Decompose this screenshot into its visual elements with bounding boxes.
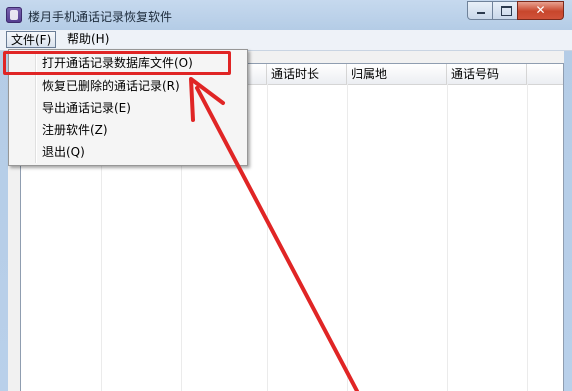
menu-item-recover-deleted[interactable]: 恢复已删除的通话记录(R) — [42, 76, 180, 96]
minimize-button[interactable] — [467, 1, 493, 20]
menu-item-register[interactable]: 注册软件(Z) — [42, 120, 108, 140]
grid-line — [267, 84, 268, 391]
grid-line — [347, 84, 348, 391]
close-icon: ✕ — [535, 3, 546, 17]
annotation-highlight-box — [3, 51, 231, 75]
grid-line — [527, 84, 528, 391]
maximize-button[interactable] — [492, 1, 518, 20]
phone-app-icon[interactable] — [6, 7, 22, 23]
window-title: 楼月手机通话记录恢复软件 — [28, 10, 173, 24]
grid-line — [447, 84, 448, 391]
menu-item-exit[interactable]: 退出(Q) — [42, 142, 85, 162]
maximize-icon — [501, 6, 512, 16]
menu-bar: 文件(F) 帮助(H) — [0, 30, 572, 51]
close-button[interactable]: ✕ — [517, 1, 564, 20]
menu-item-export-records[interactable]: 导出通话记录(E) — [42, 98, 131, 118]
column-header-location[interactable]: 归属地 — [347, 64, 447, 84]
app-window: 楼月手机通话记录恢复软件 ✕ 文件(F) 帮助(H) 通话时长 归属地 通话号码 — [0, 0, 572, 391]
column-header-duration[interactable]: 通话时长 — [267, 64, 347, 84]
menu-help[interactable]: 帮助(H) — [63, 31, 113, 48]
menu-file[interactable]: 文件(F) — [6, 31, 57, 48]
title-bar[interactable]: 楼月手机通话记录恢复软件 ✕ — [0, 0, 572, 30]
column-header-phone-number[interactable]: 通话号码 — [447, 64, 527, 84]
minimize-icon — [477, 12, 485, 14]
